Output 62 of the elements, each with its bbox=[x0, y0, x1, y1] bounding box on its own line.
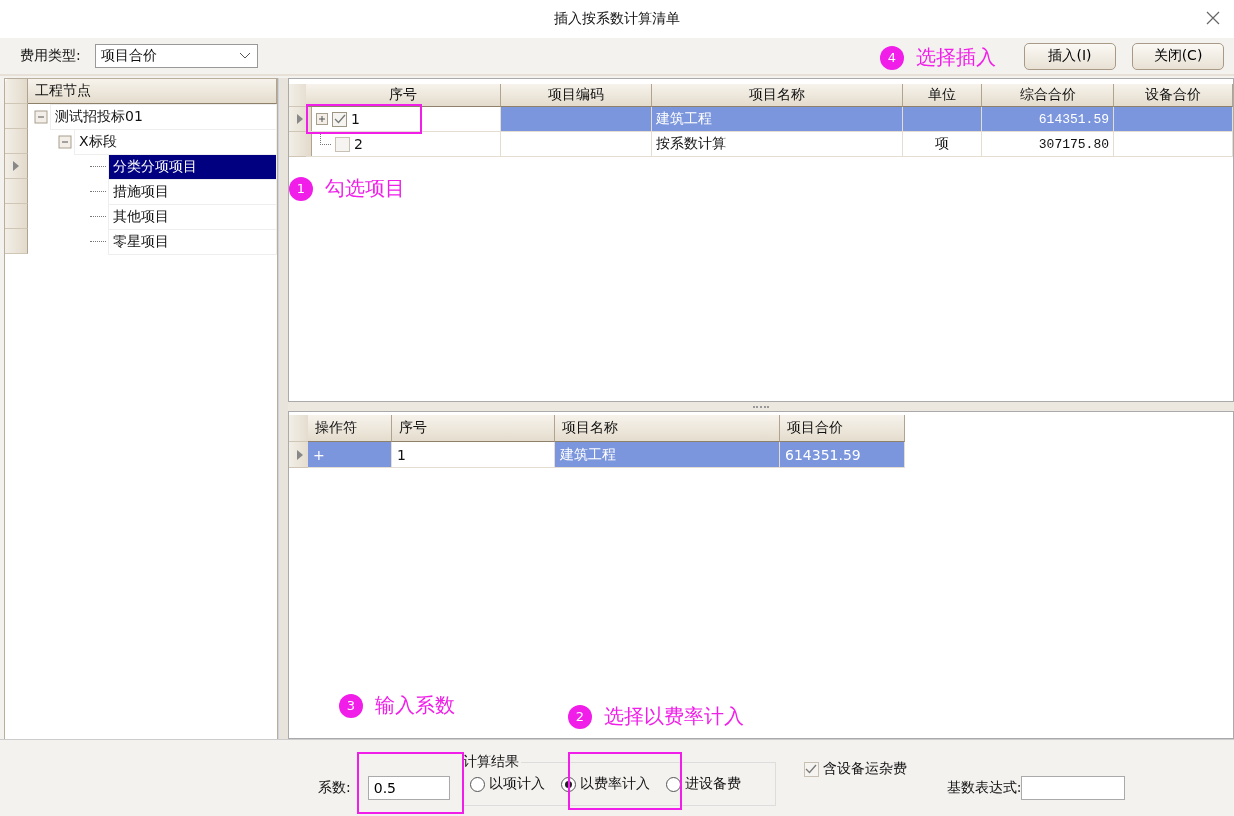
table-cell: 307175.80 bbox=[982, 132, 1114, 157]
column-header: 综合合价 bbox=[982, 84, 1114, 107]
column-header: 设备合价 bbox=[1114, 84, 1233, 107]
table-cell: + bbox=[308, 442, 392, 468]
collapse-icon[interactable] bbox=[34, 109, 48, 124]
coefficient-label: 系数: bbox=[318, 779, 351, 797]
fee-type-label: 费用类型: bbox=[20, 47, 81, 65]
column-header: 工程节点 bbox=[28, 79, 277, 104]
table-cell: 建筑工程 bbox=[555, 442, 780, 468]
annotation-text: 选择插入 bbox=[916, 44, 996, 71]
base-expression-field[interactable] bbox=[1021, 776, 1126, 800]
checkbox[interactable] bbox=[332, 111, 347, 127]
column-header: 操作符 bbox=[308, 415, 392, 442]
radio-label[interactable]: 以费率计入 bbox=[579, 775, 650, 793]
annotation-text: 输入系数 bbox=[375, 692, 455, 719]
row-header-cell bbox=[5, 229, 28, 254]
column-header: 项目合价 bbox=[780, 415, 905, 442]
group-title: 计算结果 bbox=[462, 753, 521, 771]
row-pointer-icon bbox=[297, 114, 303, 124]
column-header: 单位 bbox=[903, 84, 982, 107]
tree-item[interactable]: 测试招投标01 bbox=[50, 103, 277, 130]
column-header: 项目编码 bbox=[501, 84, 652, 107]
table-cell: 614351.59 bbox=[780, 442, 905, 468]
checkbox[interactable] bbox=[335, 136, 350, 152]
close-icon[interactable] bbox=[1206, 11, 1220, 25]
step-number-badge: 4 bbox=[880, 45, 904, 70]
table-cell: 项 bbox=[903, 132, 982, 157]
window-title: 插入按系数计算清单 bbox=[554, 10, 680, 28]
dialog-button[interactable]: 插入(I) bbox=[1024, 42, 1116, 70]
row-header-cell bbox=[5, 79, 28, 104]
row-header-cell bbox=[5, 104, 28, 129]
table-cell: 2 bbox=[354, 136, 363, 152]
radio-button[interactable] bbox=[665, 776, 681, 792]
row-pointer-icon bbox=[297, 449, 303, 460]
chevron-down-icon bbox=[238, 52, 251, 60]
radio-label[interactable]: 进设备费 bbox=[684, 775, 741, 793]
tree-item[interactable]: 分类分项项目 bbox=[108, 153, 277, 180]
tree-item[interactable]: 其他项目 bbox=[108, 203, 277, 230]
radio-label[interactable]: 以项计入 bbox=[488, 775, 545, 793]
expand-icon[interactable] bbox=[316, 113, 328, 125]
radio-button[interactable] bbox=[469, 776, 485, 792]
annotation-text: 选择以费率计入 bbox=[604, 703, 744, 730]
fee-type-dropdown[interactable]: 项目合价 bbox=[94, 44, 258, 68]
base-expression-label: 基数表达式: bbox=[946, 779, 1022, 797]
annotation-text: 勾选项目 bbox=[325, 175, 405, 202]
tree-item[interactable]: 措施项目 bbox=[108, 178, 277, 205]
table-cell: 614351.59 bbox=[982, 107, 1114, 132]
collapse-icon[interactable] bbox=[58, 134, 72, 149]
column-header: 序号 bbox=[306, 84, 501, 107]
checkbox[interactable] bbox=[803, 761, 819, 777]
table-cell: 按系数计算 bbox=[652, 132, 903, 157]
column-header: 序号 bbox=[392, 415, 555, 442]
table-cell: 建筑工程 bbox=[652, 107, 903, 132]
checkbox-label[interactable]: 含设备运杂费 bbox=[822, 760, 907, 778]
coefficient-field[interactable]: 0.5 bbox=[367, 776, 450, 800]
tree-item[interactable]: 零星项目 bbox=[108, 228, 277, 255]
dialog-button[interactable]: 关闭(C) bbox=[1132, 42, 1224, 70]
table-cell: 1 bbox=[351, 111, 360, 127]
column-header: 项目名称 bbox=[555, 415, 780, 442]
column-header: 项目名称 bbox=[652, 84, 903, 107]
row-header-cell bbox=[5, 204, 28, 229]
row-pointer-icon bbox=[13, 161, 19, 171]
